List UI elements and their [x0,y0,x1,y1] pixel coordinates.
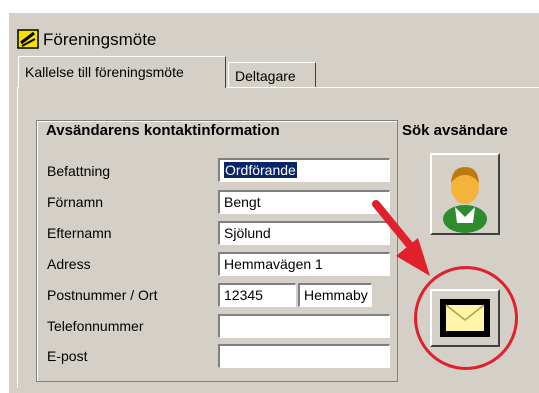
befattning-field[interactable]: Ordförande [218,158,390,182]
postnummer-field[interactable]: 12345 [218,283,296,307]
person-icon [443,167,487,233]
search-contact-button[interactable] [430,153,500,235]
label-fornamn: Förnamn [47,194,104,210]
tab-kallelse[interactable]: Kallelse till föreningsmöte [18,56,226,88]
search-sender-title: Sök avsändare [402,122,508,139]
tab-deltagare[interactable]: Deltagare [228,62,316,88]
epost-field[interactable] [218,344,390,368]
annotation-arrow-icon [372,200,430,276]
label-efternamn: Efternamn [47,225,112,241]
section-title: Avsändarens kontaktinformation [46,122,280,139]
app-icon [17,29,39,49]
label-epost: E-post [47,348,88,364]
label-befattning: Befattning [47,163,111,179]
ort-field[interactable]: Hemmaby [298,283,372,307]
label-telefon: Telefonnummer [47,318,144,334]
befattning-value: Ordförande [224,162,297,178]
label-adress: Adress [47,256,91,272]
label-postnummer: Postnummer / Ort [47,287,158,303]
window-title: Föreningsmöte [43,30,157,49]
telefon-field[interactable] [218,314,390,338]
